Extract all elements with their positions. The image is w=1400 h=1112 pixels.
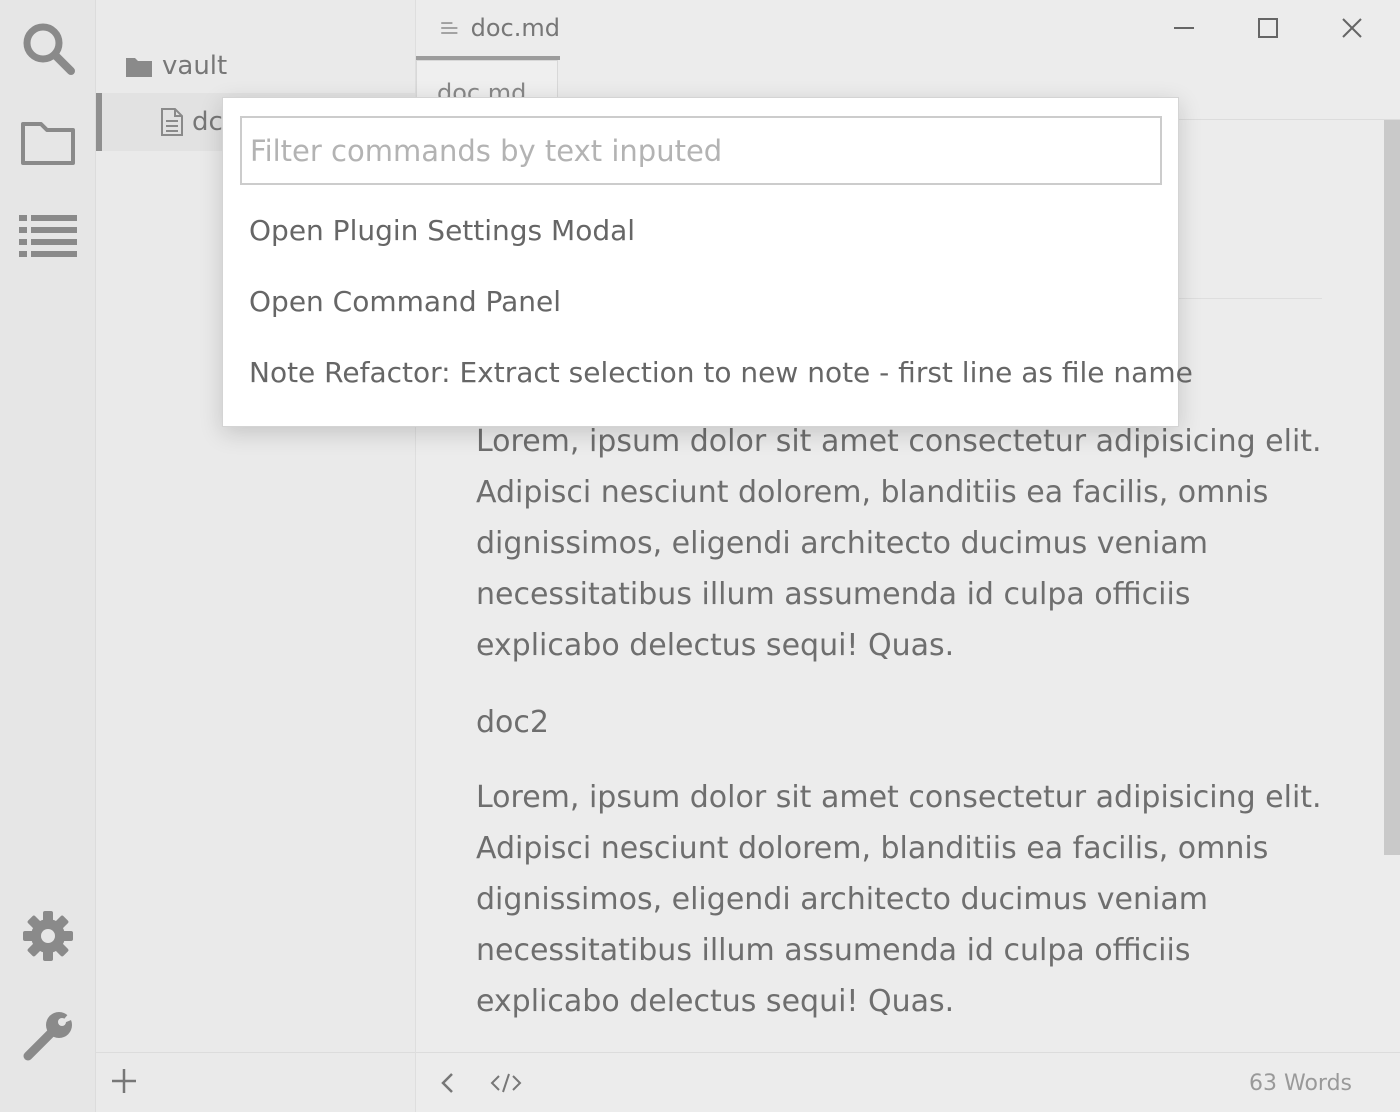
editor-content: Lorem, ipsum dolor sit amet consectetur … (476, 416, 1336, 1027)
command-item[interactable]: Open Command Panel (249, 271, 561, 331)
file-icon (161, 108, 183, 136)
word-count: 63 Words (1249, 1071, 1352, 1096)
code-icon[interactable] (488, 1067, 524, 1099)
wrench-icon[interactable] (14, 1002, 82, 1070)
status-bar: 63 Words (416, 1052, 1400, 1112)
folder-filled-icon (126, 58, 152, 77)
file-label: dc (192, 107, 223, 137)
sidebar-footer (96, 1052, 415, 1112)
close-icon[interactable] (1328, 8, 1376, 48)
activity-bar (0, 0, 96, 1112)
command-item[interactable]: Open Plugin Settings Modal (249, 200, 635, 260)
command-palette: Open Plugin Settings Modal Open Command … (222, 97, 1193, 427)
command-item[interactable]: Note Refactor: Extract selection to new … (249, 342, 1193, 402)
title-tab-label: doc.md (470, 14, 560, 42)
paragraph: Lorem, ipsum dolor sit amet consectetur … (476, 424, 1322, 663)
title-tab[interactable]: doc.md (416, 0, 560, 60)
search-icon[interactable] (14, 14, 82, 82)
paragraph: Lorem, ipsum dolor sit amet consectetur … (476, 780, 1322, 1019)
minimize-icon[interactable] (1160, 8, 1208, 48)
menu-lines-icon (441, 22, 458, 34)
horizontal-rule (1178, 298, 1322, 299)
command-filter-input[interactable] (240, 116, 1162, 185)
scrollbar[interactable] (1384, 120, 1400, 855)
gear-icon[interactable] (14, 902, 82, 970)
plus-icon[interactable] (108, 1065, 140, 1097)
chevron-left-icon[interactable] (430, 1067, 466, 1099)
maximize-icon[interactable] (1244, 8, 1292, 48)
tree-folder-vault[interactable]: vault (126, 44, 227, 88)
folder-label: vault (162, 51, 228, 81)
folder-icon[interactable] (14, 108, 82, 176)
list-icon[interactable] (14, 202, 82, 270)
titlebar: doc.md (416, 0, 1400, 60)
heading: doc2 (476, 705, 549, 740)
